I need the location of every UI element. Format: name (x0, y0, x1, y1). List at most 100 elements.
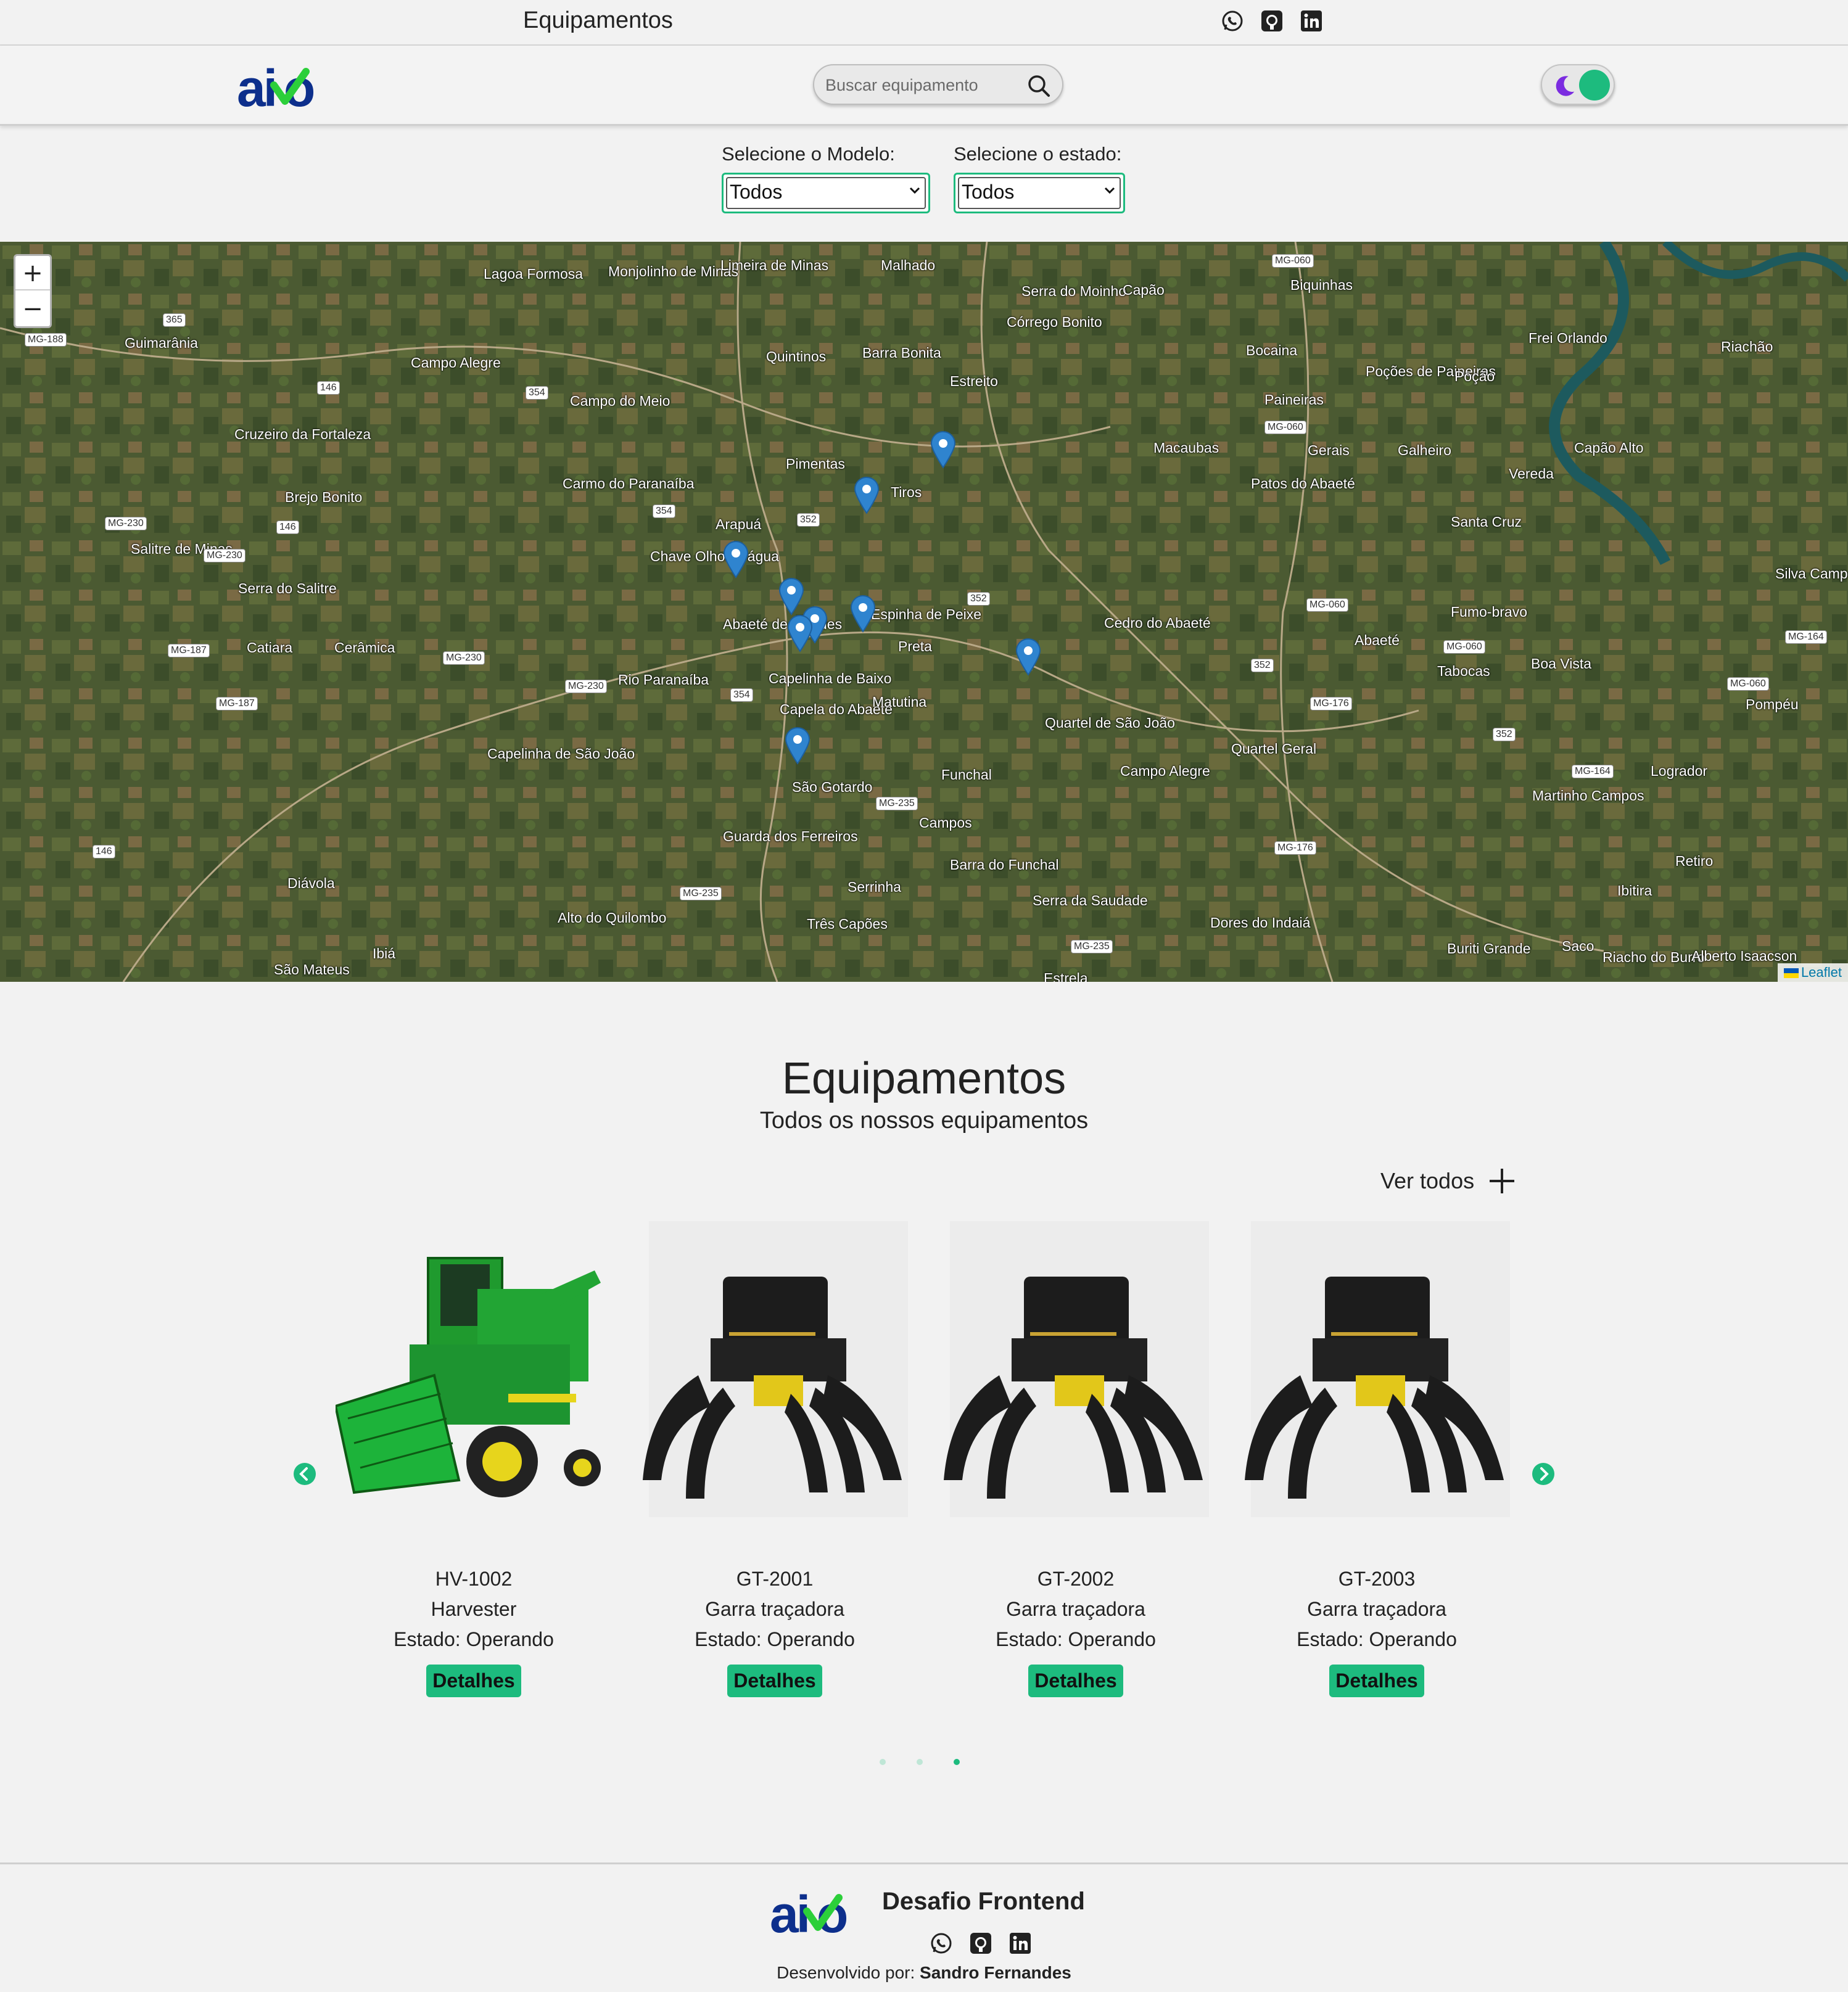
road-shield: MG-176 (1310, 697, 1352, 710)
moon-icon (1556, 76, 1575, 96)
road-shield: 354 (526, 386, 548, 400)
svg-text:ai: ai (237, 60, 275, 110)
state-select[interactable]: Todos (954, 173, 1125, 213)
map-place-label: Preta (898, 638, 932, 654)
map-place-label: Gerais (1308, 442, 1350, 458)
equipment-marker[interactable] (787, 614, 813, 652)
equipment-carousel: HV-1002 Harvester Estado: Operando Detal… (0, 1221, 1848, 1727)
map-attribution[interactable]: Leaflet (1777, 963, 1848, 982)
search-icon[interactable] (1026, 73, 1051, 98)
road-shield: MG-060 (1264, 421, 1306, 434)
map-place-label: Alberto Isaacson (1691, 948, 1797, 964)
equipment-marker[interactable] (850, 595, 876, 633)
grapple-image (1245, 1221, 1510, 1517)
map-place-label: Capelinha de Baixo (769, 670, 892, 686)
header: ai o (0, 46, 1848, 126)
grapple-image (944, 1221, 1209, 1517)
road-shield: MG-060 (1727, 677, 1769, 691)
view-all-label: Ver todos (1380, 1168, 1475, 1193)
details-button[interactable]: Detalhes (426, 1665, 521, 1697)
harvester-image (336, 1257, 601, 1497)
map-place-label: Capelinha de São João (487, 746, 635, 762)
aiko-logo[interactable]: ai o (237, 60, 336, 110)
map-place-label: Monjolinho de Minas (608, 263, 738, 279)
search-box (813, 64, 1063, 105)
road-shield: 365 (163, 313, 186, 327)
map-place-label: Brejo Bonito (285, 489, 363, 505)
details-button[interactable]: Detalhes (1028, 1665, 1123, 1697)
view-all-link[interactable]: Ver todos (1380, 1166, 1517, 1196)
map-place-label: Lagoa Formosa (484, 266, 584, 282)
map-place-label: Arapuá (716, 516, 762, 532)
map-place-label: São Gotardo (792, 779, 873, 795)
details-button[interactable]: Detalhes (1329, 1665, 1424, 1697)
map-place-label: Fumo-bravo (1451, 604, 1527, 620)
search-input[interactable] (825, 73, 1017, 97)
pagination-dot[interactable] (917, 1759, 923, 1765)
model-filter: Selecione o Modelo: Todos (722, 143, 930, 213)
footer-aiko-logo[interactable]: ai o (770, 1887, 868, 1936)
map-place-label: Capão Alto (1574, 440, 1644, 456)
road-shield: MG-060 (1443, 640, 1485, 654)
map-place-label: Campo Alegre (411, 355, 501, 371)
map-place-label: Campo do Meio (570, 393, 670, 409)
map-place-label: Bocaina (1246, 342, 1298, 358)
model-select[interactable]: Todos (722, 173, 930, 213)
road-shield: MG-187 (216, 697, 258, 710)
equipment-marker[interactable] (778, 577, 804, 615)
theme-toggle[interactable] (1541, 64, 1615, 105)
map-place-label: Buriti Grande (1447, 940, 1531, 957)
equipment-marker[interactable] (854, 476, 880, 514)
grapple-image (643, 1221, 908, 1517)
road-shield: MG-188 (25, 333, 67, 347)
zoom-out-button[interactable]: − (15, 292, 50, 326)
github-icon[interactable] (968, 1931, 993, 1956)
equipment-marker[interactable] (1015, 638, 1041, 676)
map-place-label: Riacho do Burro (1603, 949, 1706, 965)
equipment-marker[interactable] (930, 430, 956, 469)
page-title: Equipamentos (523, 7, 673, 33)
pagination-dot[interactable] (880, 1759, 886, 1765)
linkedin-icon[interactable] (1008, 1931, 1033, 1956)
map-place-label: Martinho Campos (1532, 788, 1644, 804)
map-place-label: Chave Olhos-d'água (650, 548, 779, 564)
zoom-in-button[interactable]: + (15, 256, 50, 290)
map-place-label: Barra do Funchal (950, 857, 1059, 873)
road-shield: MG-230 (565, 680, 607, 693)
equipment-marker[interactable] (785, 726, 811, 765)
map-place-label: Catiara (247, 640, 293, 656)
pagination-dot-active[interactable] (954, 1759, 960, 1765)
equipment-marker[interactable] (723, 540, 749, 578)
equipment-card: GT-2002 Garra traçadora Estado: Operando… (938, 1221, 1214, 1697)
road-shield: MG-060 (1272, 254, 1314, 268)
map-place-label: Barra Bonita (862, 345, 941, 361)
map-place-label: Serra do Salitre (238, 580, 337, 596)
map-place-label: Ibiá (373, 945, 396, 961)
whatsapp-icon[interactable] (929, 1931, 954, 1956)
equipment-model: Harvester (431, 1598, 517, 1620)
whatsapp-icon[interactable] (1220, 9, 1245, 33)
map-place-label: Cerâmica (334, 640, 395, 656)
github-icon[interactable] (1260, 9, 1284, 33)
leaflet-link[interactable]: Leaflet (1801, 965, 1842, 980)
next-arrow-icon[interactable] (1531, 1462, 1556, 1486)
map-place-label: Campo Alegre (1120, 763, 1210, 779)
map-place-label: Tabocas (1437, 663, 1490, 679)
footer-social-links (929, 1931, 1033, 1956)
road-shield: 146 (317, 381, 340, 395)
prev-arrow-icon[interactable] (292, 1462, 317, 1486)
map-place-label: Patos do Abaeté (1251, 475, 1355, 492)
equipment-code: GT-2003 (1338, 1568, 1416, 1590)
map-place-label: Cruzeiro da Fortaleza (234, 426, 371, 442)
road-shield: MG-235 (1071, 940, 1113, 953)
equipment-card: GT-2003 Garra traçadora Estado: Operando… (1239, 1221, 1515, 1697)
road-shield: 146 (93, 845, 115, 858)
road-shield: 354 (653, 504, 675, 518)
map-place-label: Estrela (1044, 970, 1088, 982)
equipment-map[interactable]: + − Lagoa Formosa Monjolinho de Minas Li… (0, 242, 1848, 982)
details-button[interactable]: Detalhes (727, 1665, 822, 1697)
road-shield: 352 (967, 592, 990, 606)
road-shield: MG-187 (168, 644, 210, 657)
map-place-label: Tiros (891, 484, 922, 500)
linkedin-icon[interactable] (1299, 9, 1324, 33)
